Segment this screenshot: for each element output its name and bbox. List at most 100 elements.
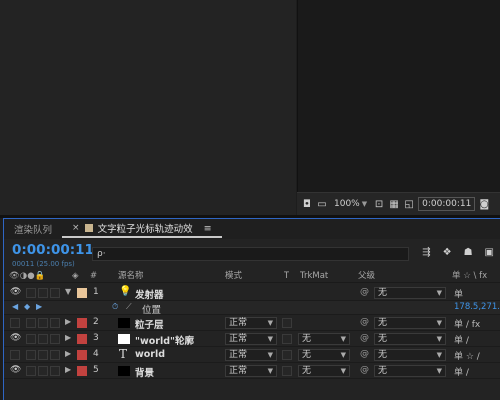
solo-switch[interactable] — [38, 288, 48, 298]
audio-switch[interactable] — [26, 334, 36, 344]
stopwatch-icon[interactable]: ⏱ — [112, 302, 118, 312]
lock-switch[interactable] — [50, 318, 60, 328]
layer-switches[interactable]: 单 / — [454, 365, 469, 378]
video-switch[interactable] — [10, 350, 20, 360]
parent-dropdown[interactable]: 无 ▼ — [374, 349, 446, 361]
pickwhip-icon[interactable]: @ — [360, 317, 369, 327]
camera-icon[interactable]: ◙ — [478, 199, 490, 210]
parent-dropdown[interactable]: 无 ▼ — [374, 287, 446, 299]
audio-switch[interactable] — [26, 288, 36, 298]
trkmat-dropdown[interactable]: 无 ▼ — [298, 333, 350, 345]
layer-name[interactable]: world — [135, 349, 165, 360]
lock-switch[interactable] — [50, 350, 60, 360]
graph-icon[interactable]: ⟋ — [126, 302, 132, 312]
label-color[interactable] — [77, 334, 87, 344]
label-color[interactable] — [77, 366, 87, 376]
keyframe-nav-left-icon[interactable]: ◀ — [12, 302, 18, 311]
lock-switch[interactable] — [50, 366, 60, 376]
keyframe-add-icon[interactable]: ◆ — [24, 302, 30, 311]
solo-switch[interactable] — [38, 366, 48, 376]
current-time-field[interactable]: 0:00:00:11 — [418, 197, 476, 211]
audio-switch[interactable] — [26, 366, 36, 376]
label-color[interactable] — [77, 288, 87, 298]
current-timecode[interactable]: 0:00:00:11 — [12, 242, 94, 258]
solo-switch[interactable] — [38, 334, 48, 344]
expand-triangle-icon[interactable]: ▶ — [65, 333, 71, 342]
layer-name[interactable]: 背景 — [135, 365, 154, 379]
tab-composition[interactable]: × 文字粒子光标轨迹动效 ≡ — [62, 220, 222, 238]
mode-dropdown[interactable]: 正常 ▼ — [225, 317, 277, 329]
preserve-transparency-switch[interactable] — [282, 334, 292, 344]
preserve-transparency-switch[interactable] — [282, 366, 292, 376]
comp-mini-flowchart-icon[interactable]: ⇶ — [422, 247, 430, 258]
eye-icon[interactable]: 👁 — [10, 333, 21, 343]
expand-triangle-icon[interactable]: ▶ — [65, 365, 71, 374]
pickwhip-icon[interactable]: @ — [360, 365, 369, 375]
expand-triangle-icon[interactable]: ▶ — [65, 349, 71, 358]
menu-icon[interactable]: ≡ — [204, 223, 212, 234]
preserve-transparency-switch[interactable] — [282, 318, 292, 328]
trkmat-dropdown[interactable]: 无 ▼ — [298, 365, 350, 377]
audio-switch[interactable] — [26, 350, 36, 360]
chevron-down-icon: ▼ — [340, 335, 346, 343]
layer-list: 👁 ▼ 1 💡 发射器 @ 无 ▼ 单 ◀ ◆ ▶ ⏱ ⟋ 位置 178.5,2… — [4, 285, 500, 379]
chevron-down-icon: ▼ — [267, 351, 273, 359]
expand-triangle-icon[interactable]: ▶ — [65, 317, 71, 326]
layer-switches[interactable]: 单 / fx — [454, 317, 480, 330]
close-icon[interactable]: × — [72, 223, 80, 233]
draft-3d-icon[interactable]: ❖ — [443, 247, 452, 258]
parent-dropdown[interactable]: 无 ▼ — [374, 317, 446, 329]
expand-triangle-icon[interactable]: ▼ — [65, 287, 71, 296]
aspect-icon[interactable]: ◱ — [403, 199, 415, 210]
mode-dropdown[interactable]: 正常 ▼ — [225, 349, 277, 361]
table-row[interactable]: 👁 ▼ 1 💡 发射器 @ 无 ▼ 单 — [4, 285, 500, 301]
solo-switch[interactable] — [38, 318, 48, 328]
eye-icon[interactable]: 👁 — [10, 365, 21, 375]
layer-name[interactable]: 发射器 — [135, 287, 164, 301]
audio-switch[interactable] — [26, 318, 36, 328]
table-row[interactable]: 👁 ▶ 5 背景 正常 ▼ 无 ▼ @ 无 ▼ 单 / — [4, 363, 500, 379]
parent-dropdown[interactable]: 无 ▼ — [374, 333, 446, 345]
pickwhip-icon[interactable]: @ — [360, 333, 369, 343]
layer-switches[interactable]: 单 / — [454, 333, 469, 346]
pickwhip-icon[interactable]: @ — [360, 349, 369, 359]
layer-number: 4 — [93, 349, 99, 359]
mode-dropdown[interactable]: 正常 ▼ — [225, 333, 277, 345]
property-row[interactable]: ◀ ◆ ▶ ⏱ ⟋ 位置 178.5,271.1 — [4, 301, 500, 316]
eye-icon[interactable]: 👁 — [10, 287, 21, 297]
snapshot-icon[interactable]: ◘ — [301, 199, 313, 210]
mode-dropdown[interactable]: 正常 ▼ — [225, 365, 277, 377]
layer-switches[interactable]: 单 ☆ / — [454, 349, 480, 362]
property-value[interactable]: 178.5,271.1 — [454, 302, 500, 312]
composition-viewer[interactable] — [297, 0, 500, 192]
layer-columns-header: 👁◑●🔒 ◈ # 源名称 模式 T TrkMat 父级 单 ☆ \ fx — [4, 269, 500, 283]
transparency-icon[interactable]: ▦ — [388, 199, 400, 210]
label-color[interactable] — [77, 350, 87, 360]
keyframe-nav-right-icon[interactable]: ▶ — [36, 302, 42, 311]
zoom-dropdown[interactable]: 100% ▼ — [331, 199, 370, 209]
table-row[interactable]: 👁 ▶ 3 "world"轮廓 正常 ▼ 无 ▼ @ 无 ▼ 单 / — [4, 331, 500, 347]
solo-switch[interactable] — [38, 350, 48, 360]
label-color[interactable] — [77, 318, 87, 328]
monitor-icon[interactable]: ▭ — [316, 199, 328, 210]
trkmat-dropdown[interactable]: 无 ▼ — [298, 349, 350, 361]
layer-search-input[interactable]: ρ· — [92, 247, 409, 261]
mode-value: 正常 — [229, 334, 248, 344]
pickwhip-icon[interactable]: @ — [360, 287, 369, 297]
lock-switch[interactable] — [50, 288, 60, 298]
tab-render-queue[interactable]: 渲染队列 — [4, 219, 62, 239]
layer-name[interactable]: 粒子层 — [135, 317, 164, 331]
table-row[interactable]: ▶ 4 T world 正常 ▼ 无 ▼ @ 无 ▼ 单 ☆ / — [4, 347, 500, 363]
preserve-transparency-switch[interactable] — [282, 350, 292, 360]
layer-name[interactable]: "world"轮廓 — [135, 333, 194, 347]
frame-blending-icon[interactable]: ▣ — [485, 247, 494, 258]
region-icon[interactable]: ⊡ — [373, 199, 385, 210]
shy-layers-icon[interactable]: ☗ — [464, 247, 473, 258]
lock-switch[interactable] — [50, 334, 60, 344]
video-switch[interactable] — [10, 318, 20, 328]
table-row[interactable]: ▶ 2 粒子层 正常 ▼ @ 无 ▼ 单 / fx — [4, 315, 500, 331]
header-source-name[interactable]: 源名称 — [118, 269, 144, 283]
layer-switches[interactable]: 单 — [454, 287, 463, 300]
zoom-value: 100% — [334, 199, 360, 209]
parent-dropdown[interactable]: 无 ▼ — [374, 365, 446, 377]
